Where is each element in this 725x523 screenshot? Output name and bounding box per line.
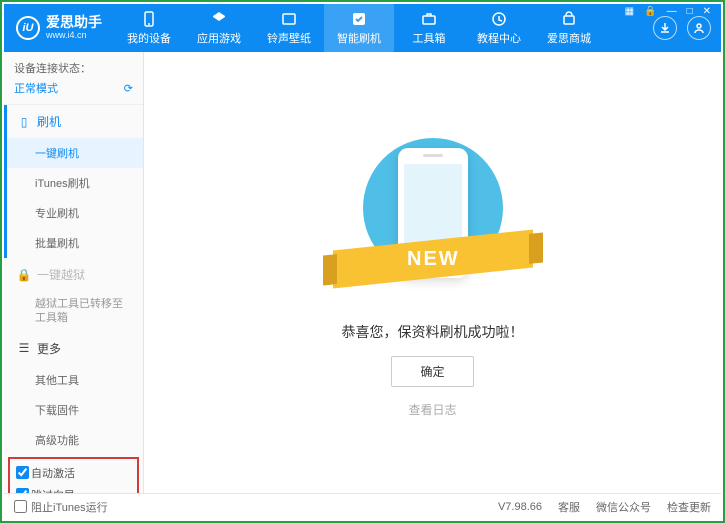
options-box: 自动激活 跳过向导 [8,457,139,493]
sidebar-item-download-fw[interactable]: 下载固件 [7,395,143,425]
wechat-link[interactable]: 微信公众号 [596,499,651,515]
window-controls: ▦ 🔒 — □ ✕ [621,4,715,19]
sidebar-section-jailbreak: 🔒 一键越狱 越狱工具已转移至工具箱 [4,258,143,332]
sidebar-jailbreak-header[interactable]: 🔒 一键越狱 [7,258,143,291]
toolbox-icon [420,10,438,28]
check-update-link[interactable]: 检查更新 [667,499,711,515]
sidebar-item-itunes[interactable]: iTunes刷机 [7,168,143,198]
nav-apps-games[interactable]: 应用游戏 [184,4,254,52]
menu-lines-icon: ☰ [17,341,31,355]
app-title: 爱思助手 [46,15,102,30]
success-message: 恭喜您，保资料刷机成功啦！ [342,322,524,342]
top-nav: 我的设备 应用游戏 铃声壁纸 智能刷机 工具箱 [114,4,653,52]
auto-activate-checkbox[interactable]: 自动激活 [16,465,75,481]
view-log-link[interactable]: 查看日志 [408,401,456,418]
refresh-icon[interactable]: ⟳ [124,82,133,95]
lock-icon[interactable]: 🔒 [642,6,658,17]
nav-smart-flash[interactable]: 智能刷机 [324,4,394,52]
nav-toolbox[interactable]: 工具箱 [394,4,464,52]
sidebar-item-advanced[interactable]: 高级功能 [7,425,143,455]
apps-icon [210,10,228,28]
nav-tutorials[interactable]: 教程中心 [464,4,534,52]
sidebar-item-pro[interactable]: 专业刷机 [7,198,143,228]
minimize-icon[interactable]: — [665,6,679,17]
main-content: NEW 恭喜您，保资料刷机成功啦！ 确定 查看日志 [144,52,721,493]
phone-icon [140,10,158,28]
menu-icon[interactable]: ▦ [623,6,636,17]
user-button[interactable] [687,16,711,40]
sidebar-more-header[interactable]: ☰ 更多 [7,332,143,365]
maximize-icon[interactable]: □ [685,6,695,17]
sidebar: 设备连接状态： 正常模式 ⟳ ▯ 刷机 一键刷机 iTunes刷机 专业刷机 批… [4,52,144,493]
lock-outline-icon: 🔒 [17,268,31,282]
sidebar-section-more: ☰ 更多 其他工具 下载固件 高级功能 [4,332,143,455]
nav-my-device[interactable]: 我的设备 [114,4,184,52]
sidebar-item-other-tools[interactable]: 其他工具 [7,365,143,395]
block-itunes-checkbox[interactable]: 阻止iTunes运行 [14,499,108,515]
footer: 阻止iTunes运行 V7.98.66 客服 微信公众号 检查更新 [4,493,721,519]
phone-outline-icon: ▯ [17,115,31,129]
nav-store[interactable]: 爱思商城 [534,4,604,52]
sidebar-item-oneclick[interactable]: 一键刷机 [7,138,143,168]
success-illustration: NEW [333,128,533,308]
nav-ringtone-wallpaper[interactable]: 铃声壁纸 [254,4,324,52]
sidebar-section-flash: ▯ 刷机 一键刷机 iTunes刷机 专业刷机 批量刷机 [4,105,143,258]
flash-icon [350,10,368,28]
app-url: www.i4.cn [46,31,102,41]
version-label: V7.98.66 [498,501,542,513]
store-icon [560,10,578,28]
logo-icon: iU [16,16,40,40]
tutorial-icon [490,10,508,28]
download-button[interactable] [653,16,677,40]
logo[interactable]: iU 爱思助手 www.i4.cn [4,15,114,40]
header: iU 爱思助手 www.i4.cn 我的设备 应用游戏 铃声壁纸 [4,4,721,52]
wallpaper-icon [280,10,298,28]
close-icon[interactable]: ✕ [701,6,713,17]
confirm-button[interactable]: 确定 [391,356,473,387]
sidebar-item-batch[interactable]: 批量刷机 [7,228,143,258]
sidebar-flash-header[interactable]: ▯ 刷机 [7,105,143,138]
connection-status: 设备连接状态： 正常模式 ⟳ [4,52,143,105]
ribbon-text: NEW [406,247,459,270]
customer-service-link[interactable]: 客服 [558,499,580,515]
jailbreak-note: 越狱工具已转移至工具箱 [7,291,143,332]
